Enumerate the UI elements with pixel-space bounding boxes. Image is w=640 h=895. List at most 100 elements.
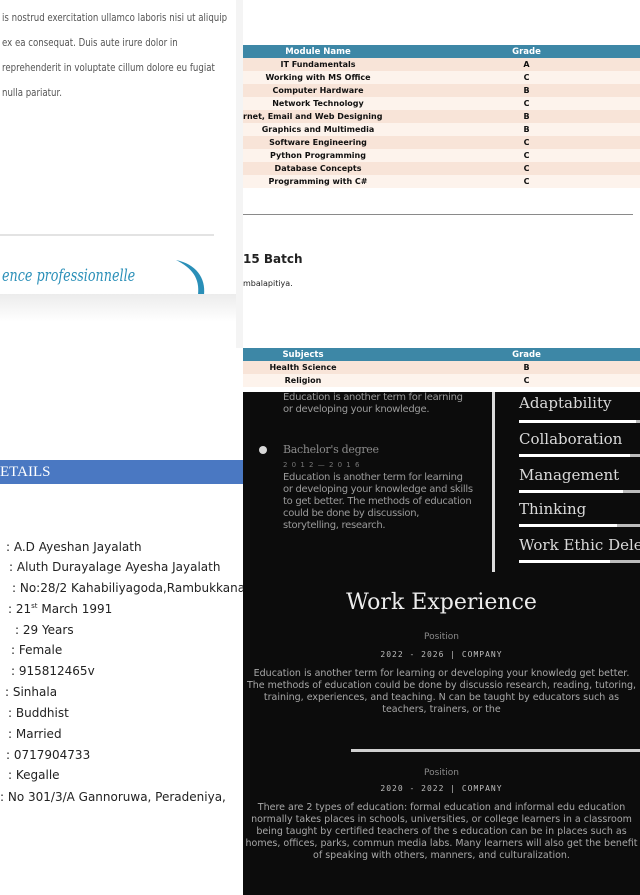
letter-paragraph: is nostrud exercitation ullamco laboris …: [2, 12, 228, 99]
details-header: ETAILS: [0, 464, 51, 480]
table-row: Religion C: [243, 374, 640, 387]
detail-birthday: : 21st March 1991: [8, 602, 112, 616]
detail-age: : 29 Years: [15, 623, 74, 637]
grade: C: [363, 374, 640, 387]
skill-bar: [519, 524, 640, 527]
skill-bar-fill: [519, 454, 630, 457]
subject-name: Health Science: [243, 361, 363, 374]
column-divider: [492, 392, 495, 572]
skill-bar: [519, 560, 640, 563]
grade: C: [393, 162, 640, 175]
subject-name: Religion: [243, 374, 363, 387]
cv-template-preview: Education is another term for learning o…: [243, 392, 640, 895]
grade: B: [363, 361, 640, 374]
grade: B: [393, 110, 640, 123]
table-row: Python Programming C: [243, 149, 640, 162]
education-text-top: Education is another term for learning o…: [283, 392, 463, 415]
results-page: Module Name Grade IT Fundamentals A Worki…: [243, 0, 640, 348]
detail-nationality: : Sinhala: [5, 685, 58, 699]
module-name: IT Fundamentals: [243, 58, 393, 71]
details-header-band: ETAILS: [0, 460, 243, 484]
table-row: Network Technology C: [243, 97, 640, 110]
grade: C: [393, 136, 640, 149]
skill-name: Thinking: [519, 500, 587, 518]
birthday-month-year: March 1991: [37, 602, 113, 616]
detail-gender: : Female: [11, 643, 63, 657]
table-row: Working with MS Office C: [243, 71, 640, 84]
job-position: Position: [423, 632, 460, 642]
column-header: Grade: [393, 45, 640, 58]
grade: B: [393, 84, 640, 97]
skill-name: Adaptability: [519, 394, 612, 412]
table-header-row: Module Name Grade: [243, 45, 640, 58]
job-divider: [351, 749, 640, 752]
table-row: Programming with C# C: [243, 175, 640, 188]
batch-heading: 15 Batch: [243, 252, 303, 266]
detail-nic: : 915812465v: [11, 664, 95, 678]
table-row: Graphics and Multimedia B: [243, 123, 640, 136]
job-meta: 2020 - 2022 | COMPANY: [380, 784, 503, 793]
swoosh-logo-icon: [176, 260, 205, 295]
skill-bar-fill: [519, 524, 617, 527]
grade: C: [393, 149, 640, 162]
job-position: Position: [423, 768, 460, 778]
skill-bar-fill: [519, 420, 636, 423]
subjects-table: Subjects Grade Health Science B Religion C: [243, 348, 640, 387]
job-description: Education is another term for learning o…: [246, 668, 637, 715]
table-row: Database Concepts C: [243, 162, 640, 175]
skill-name: Management: [519, 466, 620, 484]
page-shadow: [0, 294, 243, 322]
module-name: Graphics and Multimedia: [243, 123, 393, 136]
table-row: IT Fundamentals A: [243, 58, 640, 71]
skill-name: Collaboration: [519, 430, 623, 448]
modules-table: Module Name Grade IT Fundamentals A Worki…: [243, 45, 640, 188]
table-row: Health Science B: [243, 361, 640, 374]
detail-address: : No:28/2 Kahabiliyagoda,Rambukkana: [12, 581, 246, 595]
module-name: Database Concepts: [243, 162, 393, 175]
module-name: Software Engineering: [243, 136, 393, 149]
work-experience-title: Work Experience: [346, 590, 537, 615]
module-name: Working with MS Office: [243, 71, 393, 84]
timeline-bullet-icon: [259, 446, 267, 454]
module-name: Programming with C#: [243, 175, 393, 188]
detail-current-address: : No 301/3/A Gannoruwa, Peradeniya,: [0, 790, 226, 804]
column-header: Grade: [363, 348, 640, 361]
skill-bar-fill: [519, 490, 623, 493]
job-meta: 2022 - 2026 | COMPANY: [380, 650, 503, 659]
skill-bar: [519, 454, 640, 457]
section-divider: [243, 214, 633, 215]
column-header: Subjects: [243, 348, 363, 361]
grade: C: [393, 175, 640, 188]
table-header-row: Subjects Grade: [243, 348, 640, 361]
skill-bar-fill: [519, 560, 610, 563]
detail-religion: : Buddhist: [8, 706, 69, 720]
education-description: Education is another term for learning o…: [283, 472, 473, 531]
module-name: Python Programming: [243, 149, 393, 162]
detail-phone: : 0717904733: [6, 748, 91, 762]
column-header: Module Name: [243, 45, 393, 58]
grade: A: [393, 58, 640, 71]
grade: C: [393, 97, 640, 110]
birthday-day: : 21: [8, 602, 32, 616]
detail-civil-status: : Married: [8, 727, 62, 741]
letter-divider: [0, 234, 214, 236]
table-row: Computer Hardware B: [243, 84, 640, 97]
page-gap: [236, 0, 243, 348]
skill-name: Work Ethic Dele: [519, 536, 640, 554]
module-name: Computer Hardware: [243, 84, 393, 97]
job-description: There are 2 types of education: formal e…: [245, 802, 638, 861]
letter-footer-text: ence professionnelle: [2, 266, 136, 286]
detail-name: : A.D Ayeshan Jayalath: [6, 540, 142, 554]
batch-location: mbalapitiya.: [243, 279, 293, 288]
module-name: Network Technology: [243, 97, 393, 110]
module-name: rnet, Email and Web Designing: [243, 110, 393, 123]
table-row: rnet, Email and Web Designing B: [243, 110, 640, 123]
grade: B: [393, 123, 640, 136]
detail-full-name: : Aluth Durayalage Ayesha Jayalath: [9, 560, 221, 574]
education-degree-title: Bachelor's degree: [283, 443, 379, 456]
table-row: Software Engineering C: [243, 136, 640, 149]
detail-district: : Kegalle: [8, 768, 60, 782]
skill-bar: [519, 420, 640, 423]
skill-bar: [519, 490, 640, 493]
education-date: 2 0 1 2 — 2 0 1 6: [283, 461, 361, 469]
